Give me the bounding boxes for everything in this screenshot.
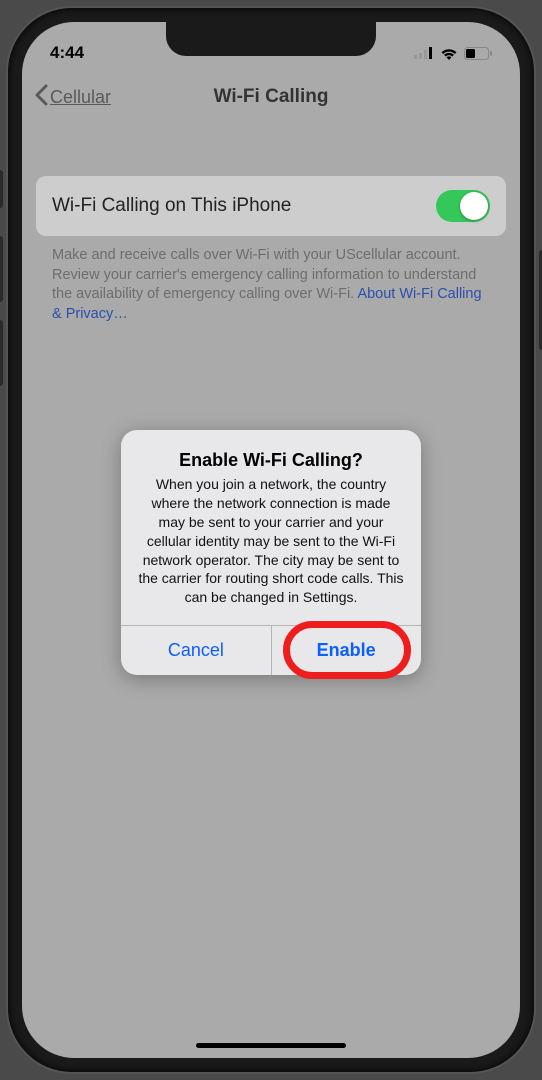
setting-description: Make and receive calls over Wi-Fi with y…	[36, 236, 506, 324]
enable-button[interactable]: Enable	[271, 626, 421, 675]
phone-frame: 4:44	[8, 8, 534, 1072]
settings-content: Wi-Fi Calling on This iPhone Make and re…	[22, 162, 520, 338]
screen: 4:44	[22, 22, 520, 1058]
alert-message: When you join a network, the country whe…	[137, 475, 405, 607]
alert-dialog: Enable Wi-Fi Calling? When you join a ne…	[121, 430, 421, 675]
alert-title: Enable Wi-Fi Calling?	[137, 450, 405, 471]
nav-bar: Cellular Wi-Fi Calling	[22, 72, 520, 122]
toggle-knob	[460, 192, 488, 220]
volume-down-button	[0, 320, 3, 386]
cancel-button[interactable]: Cancel	[121, 626, 271, 675]
status-time: 4:44	[50, 43, 84, 63]
page-title: Wi-Fi Calling	[214, 86, 329, 108]
wifi-calling-toggle-row[interactable]: Wi-Fi Calling on This iPhone	[36, 176, 506, 236]
silence-switch	[0, 170, 3, 208]
back-label: Cellular	[50, 87, 111, 108]
volume-up-button	[0, 236, 3, 302]
toggle-switch[interactable]	[436, 190, 490, 222]
chevron-left-icon	[34, 84, 48, 111]
home-indicator[interactable]	[196, 1043, 346, 1048]
cellular-signal-icon	[414, 47, 434, 59]
setting-label: Wi-Fi Calling on This iPhone	[52, 195, 291, 217]
wifi-icon	[440, 47, 458, 60]
notch	[166, 22, 376, 56]
back-button[interactable]: Cellular	[34, 84, 111, 111]
battery-icon	[464, 47, 492, 60]
